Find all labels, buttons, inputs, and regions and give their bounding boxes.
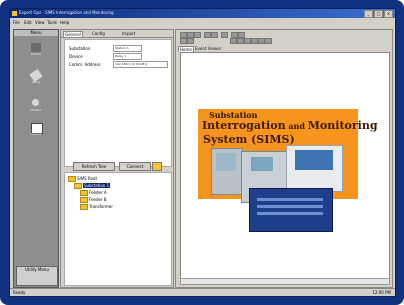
tree-item-label: Feeder B: [89, 197, 107, 202]
monitor-screen: [251, 157, 273, 171]
toolbar-settings-icon[interactable]: [265, 38, 272, 44]
minimize-button[interactable]: _: [364, 10, 373, 18]
status-bar: Ready 12:00 PM: [10, 288, 395, 296]
toolbar-redo-icon[interactable]: [211, 32, 218, 38]
nav-setup-label: Setup: [31, 80, 41, 84]
folder-icon: [68, 176, 76, 182]
banner-title-line1: Interrogation and Monitoring: [202, 119, 378, 132]
toolbar-zoom-out-icon[interactable]: [237, 38, 244, 44]
close-button[interactable]: ×: [384, 10, 393, 18]
monitor-icon: [32, 99, 39, 106]
folder-icon: [80, 204, 88, 210]
nav-monitor-label: Monitor: [30, 108, 42, 112]
toolbar-paste-icon[interactable]: [194, 32, 201, 38]
document-panel: Home Event Viewer Substation Interrogati…: [175, 29, 393, 288]
menu-file[interactable]: File: [13, 20, 20, 25]
banner-title-word: Monitoring: [307, 119, 378, 132]
toolbar: [178, 30, 390, 44]
document-tabs: Home Event Viewer: [178, 45, 390, 52]
title-bar[interactable]: Expert Ops - SIMS Interrogation and Moni…: [10, 9, 395, 18]
help-icon[interactable]: [152, 162, 162, 171]
toolbar-grid-icon[interactable]: [251, 38, 258, 44]
nav-station-label: Station: [30, 52, 42, 56]
device-field[interactable]: Relay 1: [113, 53, 142, 60]
app-window: Expert Ops - SIMS Interrogation and Moni…: [9, 8, 396, 297]
tree-item[interactable]: Transformer: [80, 204, 114, 210]
tab-general[interactable]: General: [63, 31, 83, 37]
banner-title-line2: System (SIMS): [203, 133, 295, 146]
app-icon: [12, 11, 17, 16]
folder-icon: [74, 183, 82, 189]
horizontal-scrollbar[interactable]: [180, 278, 390, 285]
refresh-tree-button[interactable]: Refresh Tree: [73, 162, 115, 171]
banner-title-word: Interrogation: [202, 119, 286, 132]
left-nav: Menu Station Setup Monitor Report Utilit…: [13, 29, 59, 288]
rack-device-image: [249, 188, 333, 232]
left-nav-header: Menu: [14, 30, 58, 36]
document-canvas: Substation Interrogation and Monitoring …: [180, 52, 390, 280]
prop-label-device: Device: [69, 54, 83, 59]
tree-item[interactable]: Feeder B: [80, 197, 107, 203]
device-tree: SIMS Root Substation 1 Feeder A Feeder B…: [64, 172, 172, 286]
folder-icon: [80, 190, 88, 196]
nav-setup-button[interactable]: Setup: [27, 68, 45, 84]
rack-stripe: [257, 198, 323, 201]
tree-item-label: SIMS Root: [77, 176, 98, 181]
window-controls: _ □ ×: [364, 10, 393, 18]
toolbar-layers-icon[interactable]: [258, 38, 265, 44]
relay-screen: [216, 153, 236, 171]
panel-screen: [295, 150, 333, 170]
tree-item[interactable]: SIMS Root: [68, 176, 98, 182]
tree-item[interactable]: Feeder A: [80, 190, 107, 196]
tab-config[interactable]: Config: [91, 31, 106, 36]
toolbar-find-icon[interactable]: [221, 32, 228, 38]
prop-label-address: Comm. Address: [69, 62, 101, 67]
nav-report-label: Report: [31, 132, 41, 136]
rack-stripe: [257, 205, 323, 208]
menu-edit[interactable]: Edit: [24, 20, 32, 25]
menu-tools[interactable]: Tools: [47, 20, 57, 25]
prop-label-substation: Substation: [69, 46, 91, 51]
utility-menu-button[interactable]: Utility Menu: [16, 266, 58, 286]
banner-title-word: and: [285, 121, 308, 131]
toolbar-back-icon[interactable]: [180, 38, 187, 44]
tree-item-label: Transformer: [89, 204, 114, 209]
toolbar-undo-icon[interactable]: [204, 32, 211, 38]
status-clock: 12:00 PM: [372, 290, 391, 295]
rack-stripe: [257, 212, 323, 215]
station-icon: [31, 43, 41, 52]
connect-button[interactable]: Connect: [119, 162, 151, 171]
properties-tabs: General Config Import: [61, 30, 173, 38]
tree-item-label: Feeder A: [89, 190, 107, 195]
window-title: Expert Ops - SIMS Interrogation and Moni…: [19, 10, 114, 15]
nav-monitor-button[interactable]: Monitor: [27, 98, 45, 112]
nav-station-button[interactable]: Station: [27, 42, 45, 56]
toolbar-fit-icon[interactable]: [244, 38, 251, 44]
menu-bar: File Edit View Tools Help: [10, 19, 395, 26]
tree-item-label: Substation 1: [83, 183, 111, 188]
status-text: Ready: [13, 290, 26, 295]
tab-import[interactable]: Import: [121, 31, 136, 36]
tab-event-viewer[interactable]: Event Viewer: [194, 46, 222, 51]
address-field[interactable]: 192.168.1.10 (COM1): [113, 61, 168, 68]
toolbar-zoom-in-icon[interactable]: [230, 38, 237, 44]
nav-report-button[interactable]: Report: [27, 122, 45, 136]
toolbar-forward-icon[interactable]: [187, 38, 194, 44]
folder-icon: [80, 197, 88, 203]
tree-item[interactable]: Substation 1: [74, 183, 111, 189]
properties-panel: General Config Import Substation Station…: [60, 29, 174, 288]
outer-frame: Expert Ops - SIMS Interrogation and Moni…: [0, 0, 404, 305]
substation-field[interactable]: Station A: [113, 45, 142, 52]
menu-help[interactable]: Help: [60, 20, 69, 25]
menu-view[interactable]: View: [35, 20, 45, 25]
maximize-button[interactable]: □: [374, 10, 383, 18]
properties-form: Substation Station A Device Relay 1 Comm…: [64, 39, 172, 167]
